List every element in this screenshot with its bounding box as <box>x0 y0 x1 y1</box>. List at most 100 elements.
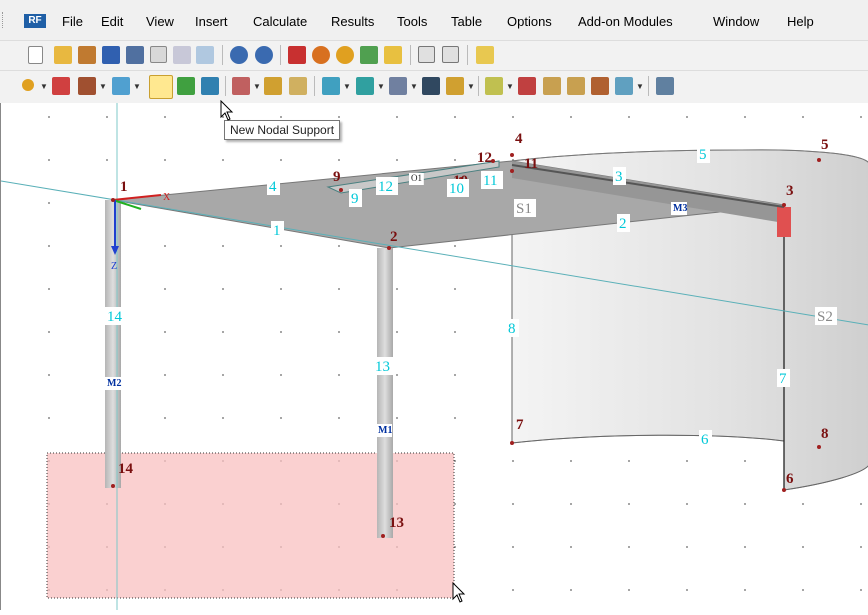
node-point <box>510 153 514 157</box>
model-viewport[interactable]: X Z 123456789101112131412345678910111213… <box>0 103 868 610</box>
grid-point <box>164 288 166 290</box>
save-icon[interactable] <box>126 46 144 64</box>
node-point <box>111 484 115 488</box>
menu-file[interactable]: File <box>62 14 83 29</box>
redo-icon[interactable] <box>255 46 273 64</box>
chevron-down-icon[interactable]: ▼ <box>99 82 107 91</box>
line-label: 3 <box>615 169 623 185</box>
view-options-icon[interactable] <box>656 77 674 95</box>
project-navigator-icon[interactable] <box>102 46 120 64</box>
node-point <box>782 488 786 492</box>
print-icon[interactable] <box>173 46 191 64</box>
grid-point <box>512 460 514 462</box>
model-drawing: X Z 123456789101112131412345678910111213… <box>0 103 868 610</box>
grid-point <box>106 116 108 118</box>
solid-load-icon[interactable] <box>422 77 440 95</box>
grid-point <box>48 288 50 290</box>
grid-point <box>338 331 340 333</box>
chevron-down-icon[interactable]: ▼ <box>133 82 141 91</box>
grid-point <box>396 417 398 419</box>
menu-help[interactable]: Help <box>787 14 814 29</box>
new-nodal-support-button[interactable] <box>149 75 173 99</box>
chevron-down-icon[interactable]: ▼ <box>467 82 475 91</box>
chevron-down-icon[interactable]: ▼ <box>636 82 644 91</box>
member-load-icon[interactable] <box>356 77 374 95</box>
grid-point <box>512 546 514 548</box>
load-combination-icon[interactable] <box>543 77 561 95</box>
menu-results[interactable]: Results <box>331 14 374 29</box>
open-folder-icon[interactable] <box>54 46 72 64</box>
menu-addon-modules[interactable]: Add-on Modules <box>578 14 673 29</box>
new-member-icon[interactable] <box>78 77 96 95</box>
chevron-down-icon[interactable]: ▼ <box>377 82 385 91</box>
generate-loads-icon[interactable] <box>518 77 536 95</box>
new-file-icon[interactable] <box>28 46 43 64</box>
line-label: 6 <box>701 432 709 448</box>
load-case-icon[interactable] <box>476 46 494 64</box>
load-wizard-icon[interactable] <box>615 77 633 95</box>
calculate-icon[interactable] <box>312 46 330 64</box>
chevron-down-icon[interactable]: ▼ <box>343 82 351 91</box>
new-node-icon[interactable] <box>22 79 34 91</box>
menu-tools[interactable]: Tools <box>397 14 427 29</box>
node-point <box>817 158 821 162</box>
separator <box>467 45 468 65</box>
nodal-load-icon[interactable] <box>322 77 340 95</box>
modeling-toolbar: ▼ ▼ ▼ ▼ ▼ ▼ ▼ ▼ ▼ ▼ <box>0 70 868 104</box>
print-preview-icon[interactable] <box>196 46 214 64</box>
chevron-down-icon[interactable]: ▼ <box>410 82 418 91</box>
results-on-off-icon[interactable] <box>360 46 378 64</box>
results-icon[interactable] <box>336 46 354 64</box>
menu-table[interactable]: Table <box>451 14 482 29</box>
grid-point <box>628 460 630 462</box>
app-icon[interactable]: RF <box>24 14 46 28</box>
chevron-down-icon[interactable]: ▼ <box>506 82 514 91</box>
window-icon[interactable] <box>384 46 402 64</box>
chevron-down-icon[interactable]: ▼ <box>40 82 48 91</box>
grid-point <box>686 460 688 462</box>
chevron-down-icon[interactable]: ▼ <box>253 82 261 91</box>
notes-icon[interactable] <box>150 46 167 63</box>
open-example-icon[interactable] <box>78 46 96 64</box>
new-line-support-icon[interactable] <box>177 77 195 95</box>
table-icon[interactable] <box>418 46 435 63</box>
member-label: M2 <box>107 378 121 389</box>
menubar-grip <box>2 12 6 28</box>
panel-icon[interactable] <box>442 46 459 63</box>
line-label: 11 <box>483 173 497 189</box>
line-label: 7 <box>779 371 787 387</box>
surface-load-icon[interactable] <box>389 77 407 95</box>
separator <box>225 76 226 96</box>
surface-label: S1 <box>516 201 532 217</box>
separator <box>314 76 315 96</box>
node-label: 1 <box>120 179 128 195</box>
menu-options[interactable]: Options <box>507 14 552 29</box>
imperfection-icon[interactable] <box>485 77 503 95</box>
line-label: 1 <box>273 223 281 239</box>
node-label: 9 <box>333 169 341 185</box>
menu-calculate[interactable]: Calculate <box>253 14 307 29</box>
grid-point <box>338 288 340 290</box>
hinge-icon[interactable] <box>232 77 250 95</box>
grid-point <box>628 116 630 118</box>
grid-point <box>338 417 340 419</box>
member-eccentricity-icon[interactable] <box>289 77 307 95</box>
grid-point <box>802 589 804 591</box>
new-line-icon[interactable] <box>52 77 70 95</box>
result-combination-icon[interactable] <box>567 77 585 95</box>
new-arc-icon[interactable] <box>112 77 130 95</box>
super-combination-icon[interactable] <box>591 77 609 95</box>
member-end-release-icon[interactable] <box>264 77 282 95</box>
menu-insert[interactable]: Insert <box>195 14 228 29</box>
menu-edit[interactable]: Edit <box>101 14 123 29</box>
menu-window[interactable]: Window <box>713 14 759 29</box>
menu-view[interactable]: View <box>146 14 174 29</box>
free-load-icon[interactable] <box>446 77 464 95</box>
grid-point <box>570 503 572 505</box>
line-label: 2 <box>619 216 627 232</box>
undo-icon[interactable] <box>230 46 248 64</box>
grid-point <box>860 116 862 118</box>
new-surface-support-icon[interactable] <box>201 77 219 95</box>
grid-point <box>454 116 456 118</box>
model-data-icon[interactable] <box>288 46 306 64</box>
